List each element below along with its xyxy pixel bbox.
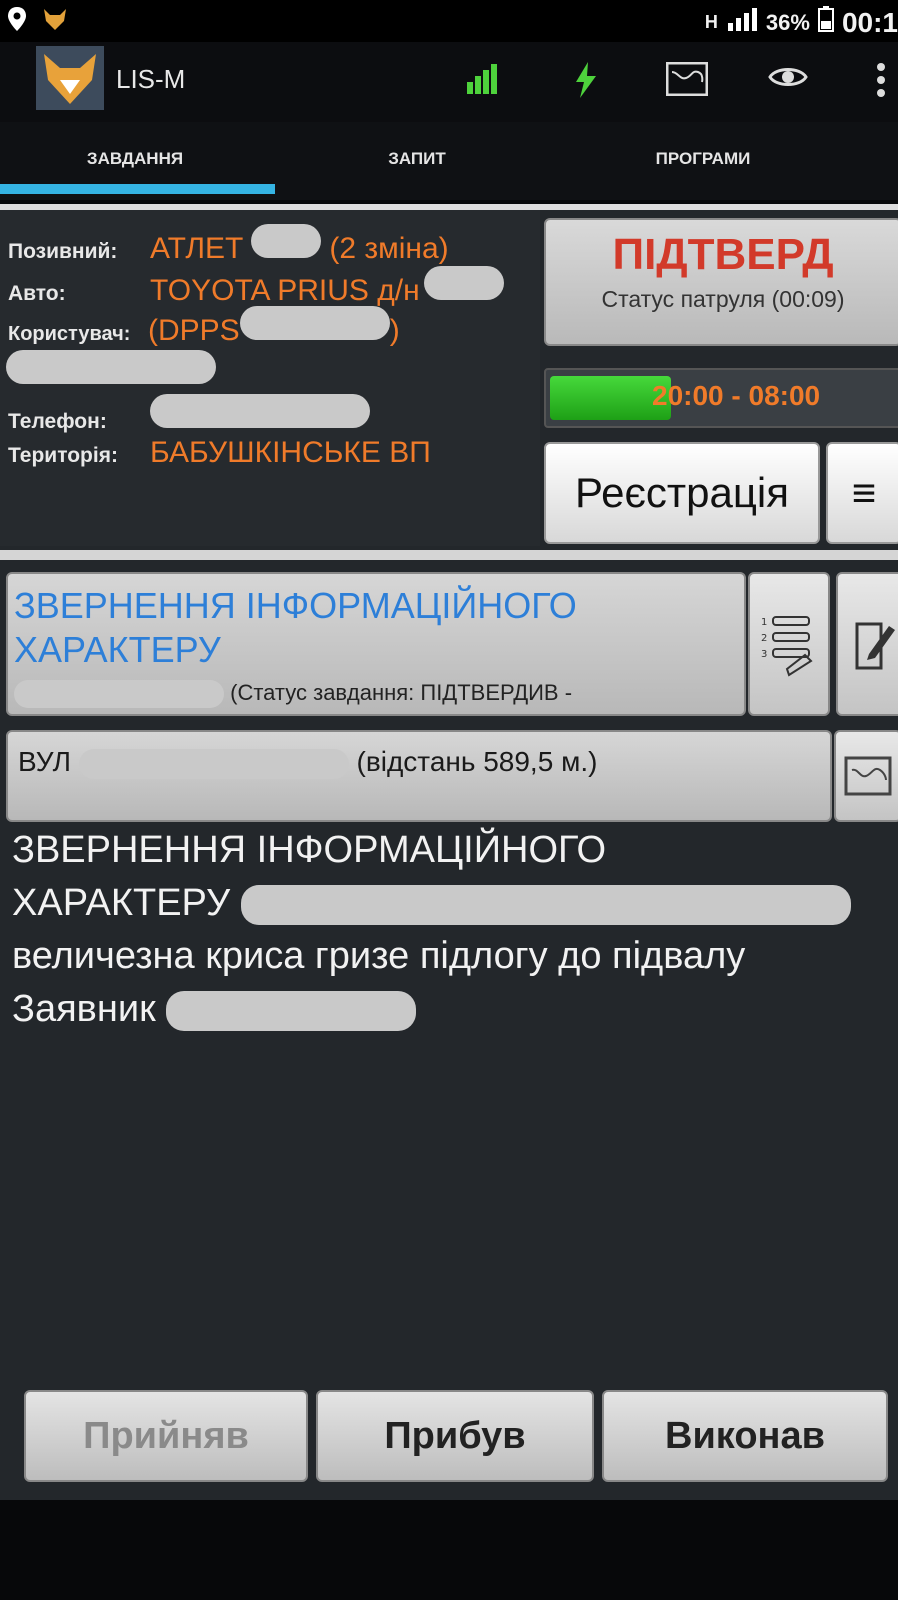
accepted-button[interactable]: Прийняв (24, 1390, 308, 1482)
hamburger-menu-icon: ≡ (851, 469, 877, 516)
svg-text:1: 1 (761, 617, 767, 628)
map-icon (844, 756, 892, 796)
app-screen: H 36% 00:1 LIS-M ЗАВДАННЯ ЗАПИТ ПРОГРАМИ… (0, 0, 898, 1600)
desc-line-4: Заявник (12, 988, 156, 1030)
shift-progress-bar: 20:00 - 08:00 (544, 368, 898, 428)
app-logo-icon (36, 46, 104, 110)
territory-label: Територія: (8, 444, 118, 467)
action-bar: LIS-M (0, 42, 898, 122)
shift-time-range: 20:00 - 08:00 (652, 380, 821, 411)
task-edit-button[interactable] (836, 572, 898, 716)
desc-line-1: ЗВЕРНЕННЯ ІНФОРМАЦІЙНОГО (12, 829, 607, 871)
callsign-label: Позивний: (8, 240, 118, 263)
arrived-button[interactable]: Прибув (316, 1390, 594, 1482)
desc-line-4-row: Заявник (12, 983, 892, 1036)
tab-bar: ЗАВДАННЯ ЗАПИТ ПРОГРАМИ (0, 122, 898, 200)
patrol-status-title: ПІДТВЕРД (612, 230, 834, 279)
user-suffix: ) (389, 314, 400, 347)
map-button[interactable] (834, 730, 898, 822)
clock-time: 00:1 (841, 6, 898, 38)
callsign-value: АТЛЕТ (150, 232, 244, 265)
completed-button[interactable]: Виконав (602, 1390, 888, 1482)
eye-icon[interactable] (768, 62, 808, 97)
redacted-mark (14, 680, 224, 709)
patrol-info: Позивний: АТЛЕТ (2 зміна) Авто: TOYOTA P… (0, 210, 540, 546)
callsign-row: Позивний: АТЛЕТ (2 зміна) (8, 224, 449, 266)
redacted-mark (166, 990, 417, 1031)
desc-line-2-row: ХАРАКТЕРУ (12, 877, 892, 930)
signal-strength-icon (726, 7, 758, 38)
redacted-mark (150, 394, 370, 428)
task-list-button[interactable]: 1 2 3 (748, 572, 830, 716)
redacted-mark (251, 224, 322, 258)
task-header[interactable]: ЗВЕРНЕННЯ ІНФОРМАЦІЙНОГО ХАРАКТЕРУ (Стат… (6, 572, 746, 716)
section-divider (0, 550, 898, 560)
redacted-mark (6, 350, 216, 384)
app-title: LIS-M (116, 64, 186, 94)
car-label: Авто: (8, 282, 66, 305)
phone-label: Телефон: (8, 410, 107, 433)
address-bar[interactable]: ВУЛ (відстань 589,5 м.) (6, 730, 832, 822)
desc-line-3: величезна криса гризе підлогу до підвалу (12, 935, 746, 977)
gps-charge-icon[interactable] (572, 62, 600, 103)
location-pin-icon (6, 6, 28, 37)
address-distance: (відстань 589,5 м.) (356, 746, 598, 777)
task-status-row: (Статус завдання: ПІДТВЕРДИВ - (14, 680, 573, 709)
network-type: H (704, 12, 718, 32)
address-prefix: ВУЛ (18, 746, 71, 777)
user-value: (DPPS (148, 314, 240, 347)
active-tab-indicator (0, 184, 275, 194)
car-value: TOYOTA PRIUS д/н (150, 274, 420, 307)
patrol-status-subtitle: Статус патруля (00:09) (601, 286, 845, 312)
signal-bars-icon[interactable] (466, 62, 500, 99)
desc-line-2: ХАРАКТЕРУ (12, 882, 231, 924)
phone-row: Телефон: (8, 394, 370, 434)
task-title: ЗВЕРНЕННЯ ІНФОРМАЦІЙНОГО ХАРАКТЕРУ (14, 585, 577, 670)
user-label: Користувач: (8, 323, 131, 345)
map-icon[interactable] (665, 61, 709, 101)
fox-notification-icon (42, 7, 68, 36)
redacted-mark (240, 884, 851, 925)
redacted-mark (423, 266, 504, 300)
user-row: Користувач: (DPPS ) (8, 306, 400, 348)
task-status-text: (Статус завдання: ПІДТВЕРДИВ - (230, 680, 573, 705)
main-panel: Позивний: АТЛЕТ (2 зміна) Авто: TOYOTA P… (0, 204, 898, 1500)
tab-programs[interactable]: ПРОГРАМИ (558, 122, 848, 196)
status-bar: H 36% 00:1 (0, 0, 898, 42)
overflow-menu-icon[interactable] (876, 62, 886, 103)
battery-percent: 36% (765, 9, 810, 35)
task-description: ЗВЕРНЕННЯ ІНФОРМАЦІЙНОГО ХАРАКТЕРУ велич… (12, 824, 892, 1036)
redacted-mark (239, 306, 390, 340)
svg-text:2: 2 (761, 633, 767, 644)
redacted-mark (78, 748, 349, 779)
car-row: Авто: TOYOTA PRIUS д/н (8, 266, 504, 308)
battery-icon (817, 6, 834, 39)
patrol-status-button[interactable]: ПІДТВЕРД Статус патруля (00:09) (544, 218, 898, 346)
numbered-list-icon: 1 2 3 (761, 616, 813, 677)
edit-note-icon (855, 622, 895, 670)
territory-value: БАБУШКІНСЬКЕ ВП (150, 436, 431, 469)
registration-button[interactable]: Реєстрація (544, 442, 820, 544)
svg-text:3: 3 (761, 649, 767, 660)
menu-button[interactable]: ≡ (826, 442, 898, 544)
territory-row: Територія: БАБУШКІНСЬКЕ ВП (8, 436, 431, 470)
callsign-shift: (2 зміна) (329, 232, 449, 265)
user-extra-line (6, 350, 216, 384)
address-row: ВУЛ (відстань 589,5 м.) (18, 746, 597, 779)
tab-request[interactable]: ЗАПИТ (272, 122, 562, 196)
